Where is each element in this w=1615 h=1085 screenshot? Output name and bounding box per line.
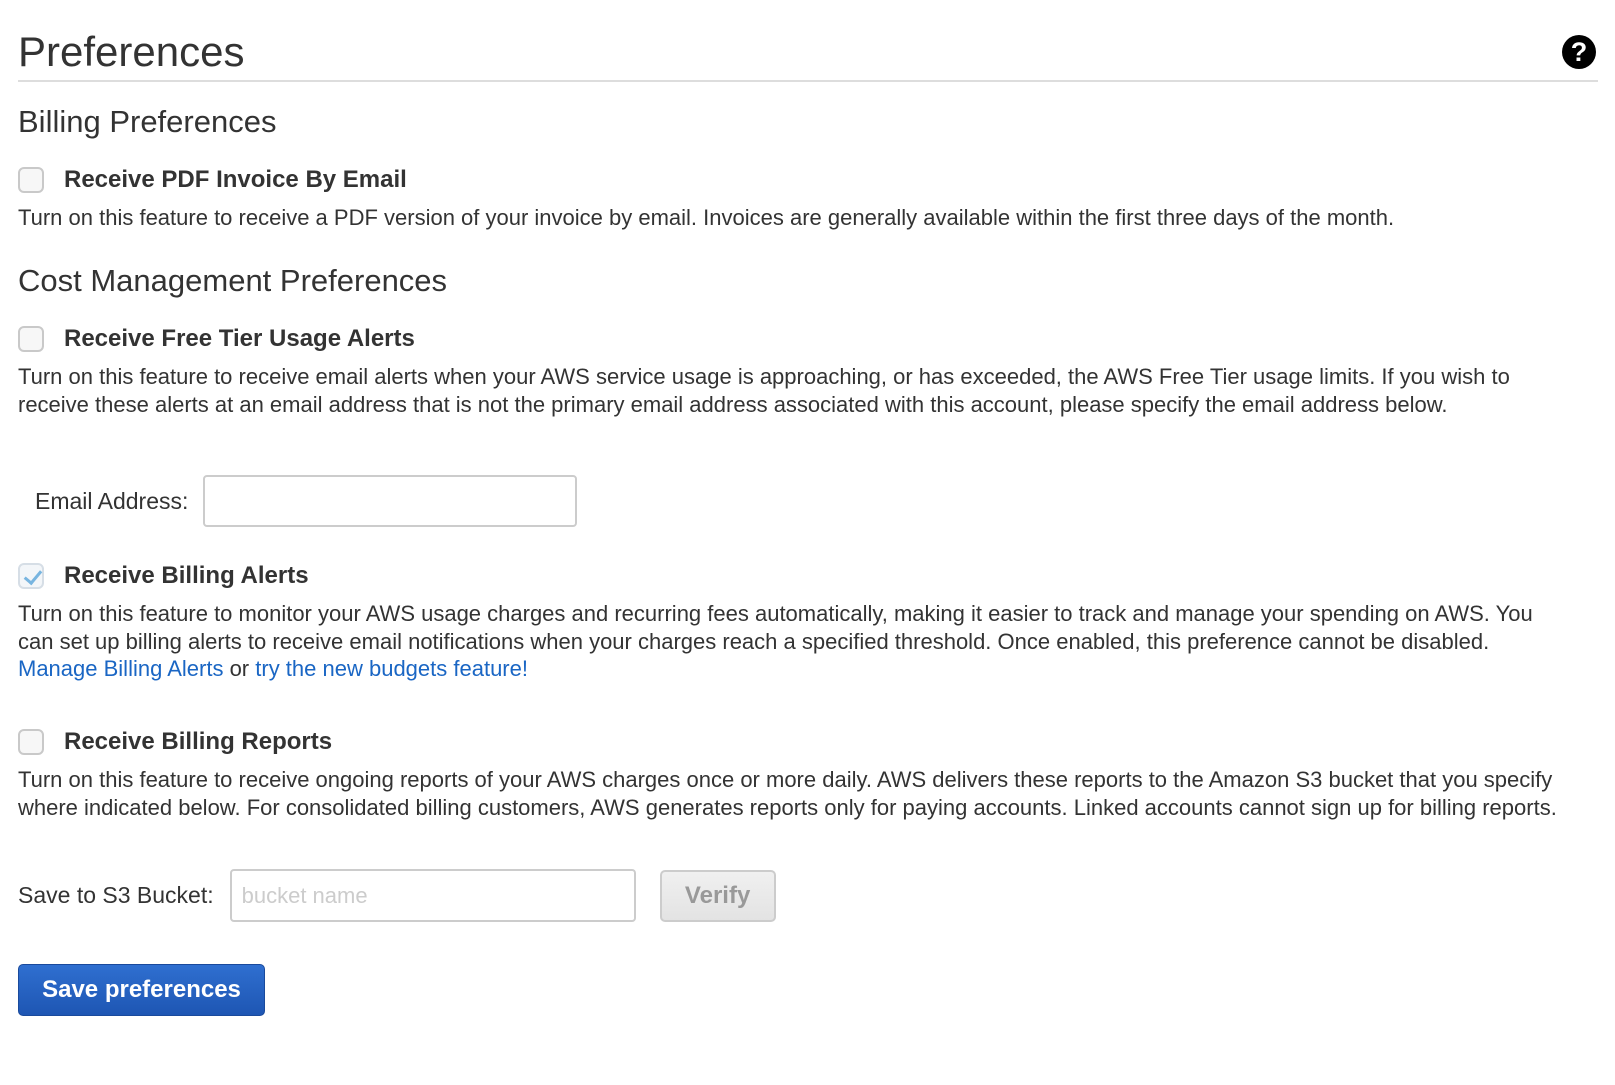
pdf-invoice-description: Turn on this feature to receive a PDF ve… — [18, 205, 1395, 230]
page-title: Preferences — [18, 28, 245, 75]
save-preferences-button[interactable]: Save preferences — [18, 964, 265, 1016]
s3-bucket-label: Save to S3 Bucket: — [18, 882, 214, 908]
billing-alerts-description: Turn on this feature to monitor your AWS… — [18, 600, 1558, 683]
email-address-row: Email Address: — [35, 475, 578, 527]
billing-alerts-checkbox[interactable] — [18, 563, 44, 589]
billing-alerts-option[interactable]: Receive Billing Alerts — [18, 561, 309, 591]
billing-reports-checkbox[interactable] — [18, 729, 44, 755]
pdf-invoice-option[interactable]: Receive PDF Invoice By Email — [18, 165, 407, 195]
billing-reports-label[interactable]: Receive Billing Reports — [64, 728, 332, 756]
s3-bucket-input[interactable] — [229, 869, 636, 922]
pdf-invoice-checkbox[interactable] — [18, 167, 44, 193]
free-tier-option[interactable]: Receive Free Tier Usage Alerts — [18, 324, 415, 354]
or-text: or — [223, 656, 256, 681]
free-tier-label[interactable]: Receive Free Tier Usage Alerts — [64, 325, 415, 353]
page-header: Preferences ? — [18, 0, 1598, 82]
email-address-input[interactable] — [203, 475, 578, 527]
manage-billing-alerts-link[interactable]: Manage Billing Alerts — [18, 656, 223, 681]
free-tier-description: Turn on this feature to receive email al… — [18, 364, 1510, 417]
help-icon[interactable]: ? — [1562, 35, 1596, 69]
billing-preferences-heading: Billing Preferences — [18, 104, 277, 139]
verify-button[interactable]: Verify — [659, 869, 776, 922]
billing-alerts-text: Turn on this feature to monitor your AWS… — [18, 601, 1533, 654]
billing-reports-option[interactable]: Receive Billing Reports — [18, 727, 332, 757]
billing-alerts-label[interactable]: Receive Billing Alerts — [64, 562, 309, 590]
preferences-page: Preferences ? Billing Preferences Receiv… — [18, 0, 1598, 1016]
pdf-invoice-label[interactable]: Receive PDF Invoice By Email — [64, 166, 407, 194]
cost-management-heading: Cost Management Preferences — [18, 263, 448, 298]
budgets-feature-link[interactable]: try the new budgets feature! — [255, 656, 528, 681]
free-tier-checkbox[interactable] — [18, 326, 44, 352]
email-address-label: Email Address: — [35, 487, 189, 514]
s3-bucket-row: Save to S3 Bucket: Verify — [18, 869, 776, 922]
billing-reports-description: Turn on this feature to receive ongoing … — [18, 767, 1557, 820]
